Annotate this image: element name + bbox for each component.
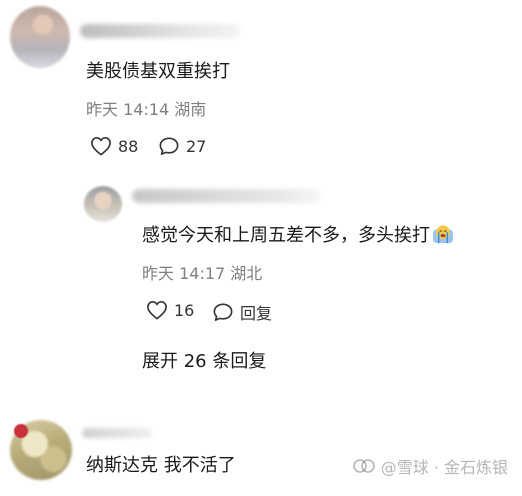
third-comment-text: 纳斯达克 我不活了 — [86, 455, 236, 476]
avatar[interactable] — [10, 6, 70, 68]
heart-outline-icon — [91, 137, 111, 156]
watermark-text: @雪球 · 金石炼银 — [380, 458, 508, 477]
reply-like-button[interactable]: 16 — [146, 300, 194, 320]
comment-meta: 昨天 14:14 湖南 — [86, 100, 206, 120]
reply-meta: 昨天 14:17 湖北 — [142, 264, 262, 284]
reply-location: 湖北 — [230, 264, 263, 283]
reply-text: 感觉今天和上周五差不多，多头挨打 — [142, 224, 454, 248]
comment-location: 湖南 — [174, 100, 207, 119]
comment-time: 昨天 14:14 — [86, 100, 170, 119]
avatar-badge — [14, 424, 28, 438]
like-count: 88 — [118, 136, 139, 156]
username-redacted[interactable] — [80, 24, 240, 38]
reply-avatar[interactable] — [84, 186, 122, 222]
snowball-logo-icon — [352, 459, 375, 473]
crying-face-emoji-icon — [433, 225, 453, 244]
reply-count: 27 — [186, 136, 207, 156]
expand-replies-link[interactable]: 展开 26 条回复 — [142, 347, 266, 373]
reply-like-count: 16 — [174, 300, 195, 320]
reply-button[interactable]: 回复 — [212, 300, 272, 324]
speech-bubble-icon — [213, 303, 233, 321]
third-username-redacted[interactable] — [82, 428, 152, 438]
reply-username-redacted[interactable] — [132, 189, 322, 203]
watermark: @雪球 · 金石炼银 — [352, 454, 508, 478]
comment-text: 美股债基双重挨打 — [86, 61, 230, 82]
speech-bubble-icon — [159, 137, 179, 155]
heart-outline-icon — [147, 301, 167, 320]
reply-count-button[interactable]: 27 — [158, 136, 206, 156]
reply-time: 昨天 14:17 — [142, 264, 226, 283]
like-button[interactable]: 88 — [90, 136, 138, 156]
reply-button-label: 回复 — [240, 304, 273, 323]
reply-text-content: 感觉今天和上周五差不多，多头挨打 — [142, 225, 430, 246]
